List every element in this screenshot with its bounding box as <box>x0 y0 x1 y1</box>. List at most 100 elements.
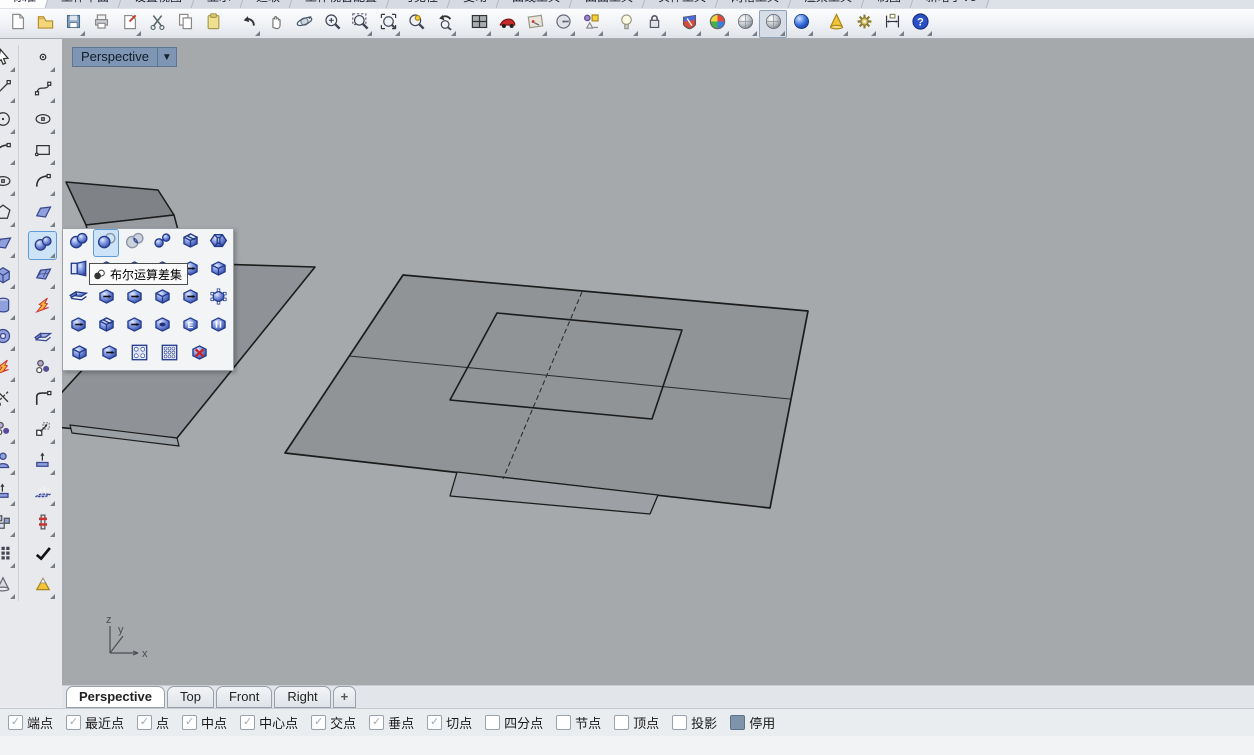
sidebar-tool-smash[interactable] <box>28 479 57 508</box>
sidebar-tool-control-point-curve[interactable] <box>28 76 57 105</box>
print-button[interactable] <box>87 10 115 38</box>
toolbar-tab-select[interactable]: 选取 <box>241 0 297 8</box>
osnap-point[interactable]: ✓点 <box>137 713 169 732</box>
sidebar-tool-arc-blend[interactable] <box>28 169 57 198</box>
copy-button[interactable] <box>171 10 199 38</box>
sidebar-tool-array-grid[interactable] <box>0 541 17 570</box>
osnap-int[interactable]: ✓交点 <box>311 713 356 732</box>
flyout-extrude-face[interactable] <box>93 285 119 313</box>
sidebar-tool-patch-surface[interactable] <box>0 231 17 260</box>
toolbar-tab-curve-tools[interactable]: 曲线工具 <box>497 0 577 8</box>
options-button[interactable] <box>850 10 878 38</box>
zoom-window-button[interactable] <box>346 10 374 38</box>
flyout-fold-face[interactable] <box>149 285 175 313</box>
hide-show-button[interactable] <box>612 10 640 38</box>
sidebar-tool-point-group[interactable] <box>28 355 57 384</box>
sidebar-tool-box[interactable] <box>0 262 17 291</box>
sidebar-tool-arc[interactable] <box>0 138 17 167</box>
flyout-create-solid[interactable] <box>177 229 203 257</box>
export-button[interactable] <box>115 10 143 38</box>
osnap-knot-checkbox[interactable] <box>556 715 571 730</box>
rotate-view-button[interactable] <box>290 10 318 38</box>
osnap-mid[interactable]: ✓中点 <box>182 713 227 732</box>
viewport-title-menu[interactable]: Perspective ▼ <box>72 47 177 67</box>
flyout-make-hole[interactable] <box>149 313 175 341</box>
osnap-perp[interactable]: ✓垂点 <box>369 713 414 732</box>
display-options-button[interactable] <box>549 10 577 38</box>
chevron-down-icon[interactable]: ▼ <box>157 48 176 66</box>
sidebar-tool-surface-from-points[interactable] <box>28 200 57 229</box>
geometry-plate-main[interactable] <box>285 275 808 508</box>
four-viewports-button[interactable] <box>465 10 493 38</box>
osnap-vertex[interactable]: 顶点 <box>614 713 659 732</box>
toolbar-tab-viewport-layout[interactable]: 工作视窗配置 <box>290 0 394 8</box>
flyout-boolean-split[interactable] <box>149 229 175 257</box>
sidebar-tool-explode[interactable] <box>28 293 57 322</box>
sidebar-tool-circle[interactable] <box>0 107 17 136</box>
flyout-boolean-intersection[interactable] <box>121 229 147 257</box>
toolbar-tab-transform[interactable]: 变动 <box>448 0 504 8</box>
add-viewport-tab-button[interactable]: + <box>333 686 357 708</box>
toolbar-tab-mesh-tools[interactable]: 网格工具 <box>716 0 796 8</box>
viewport-perspective[interactable]: Perspective ▼ z y x <box>62 39 1254 685</box>
zoom-selected-button[interactable] <box>402 10 430 38</box>
named-views-button[interactable] <box>493 10 521 38</box>
zoom-extents-button[interactable] <box>374 10 402 38</box>
osnap-quad[interactable]: 四分点 <box>485 713 543 732</box>
sidebar-tool-solid-sphere[interactable] <box>28 231 57 260</box>
ghosted-viewport-button[interactable] <box>759 10 787 38</box>
flyout-slant-face[interactable] <box>93 313 119 341</box>
shaded-viewport-button[interactable] <box>731 10 759 38</box>
sidebar-tool-person-view[interactable] <box>0 448 17 477</box>
sidebar-tool-select[interactable] <box>0 45 17 74</box>
sidebar-tool-torus[interactable] <box>0 324 17 353</box>
help-button[interactable]: ? <box>906 10 934 38</box>
toolbar-tab-standard[interactable]: 标准 <box>0 0 52 8</box>
osnap-quad-checkbox[interactable] <box>485 715 500 730</box>
sidebar-tool-mesh-surface[interactable] <box>28 262 57 291</box>
flyout-revolve-hole[interactable] <box>95 341 123 369</box>
toolbar-tab-visibility[interactable]: 可见性 <box>387 0 455 8</box>
sidebar-tool-check-objects[interactable] <box>28 541 57 570</box>
flyout-cage-edit[interactable] <box>205 285 231 313</box>
flyout-move-edge[interactable] <box>177 285 203 313</box>
viewport-tab-top[interactable]: Top <box>167 686 214 708</box>
sidebar-tool-fillet-curve[interactable] <box>28 386 57 415</box>
flyout-move-face-boundary[interactable] <box>65 313 91 341</box>
osnap-project[interactable]: 投影 <box>672 713 717 732</box>
toolbar-tab-surface-tools[interactable]: 曲面工具 <box>570 0 650 8</box>
flyout-cylinder-hole[interactable] <box>205 313 231 341</box>
set-cplane-button[interactable] <box>521 10 549 38</box>
lock-objects-button[interactable] <box>640 10 668 38</box>
sidebar-tool-extrude[interactable] <box>0 479 17 508</box>
osnap-center-checkbox[interactable]: ✓ <box>240 715 255 730</box>
osnap-perp-checkbox[interactable]: ✓ <box>369 715 384 730</box>
osnap-knot[interactable]: 节点 <box>556 713 601 732</box>
paste-button[interactable] <box>199 10 227 38</box>
object-filter-button[interactable] <box>577 10 605 38</box>
sidebar-tool-extrude-surface[interactable] <box>28 448 57 477</box>
render-button[interactable] <box>787 10 815 38</box>
undo-button[interactable] <box>234 10 262 38</box>
shaded-display-button[interactable] <box>675 10 703 38</box>
viewport-tab-front[interactable]: Front <box>216 686 272 708</box>
flyout-hole-pattern[interactable] <box>125 341 153 369</box>
sidebar-tool-explode[interactable] <box>0 355 17 384</box>
flyout-round-hole[interactable] <box>65 341 93 369</box>
sidebar-tool-trim[interactable] <box>0 386 17 415</box>
flyout-boolean-union[interactable] <box>65 229 91 257</box>
flyout-rotate-face[interactable] <box>121 313 147 341</box>
sidebar-tool-slab[interactable] <box>28 324 57 353</box>
cut-button[interactable] <box>143 10 171 38</box>
osnap-center[interactable]: ✓中心点 <box>240 713 298 732</box>
osnap-end-checkbox[interactable]: ✓ <box>8 715 23 730</box>
sidebar-tool-point[interactable] <box>28 45 57 74</box>
open-file-button[interactable] <box>31 10 59 38</box>
osnap-end[interactable]: ✓端点 <box>8 713 53 732</box>
osnap-vertex-checkbox[interactable] <box>614 715 629 730</box>
dimensions-button[interactable] <box>878 10 906 38</box>
flyout-cap-planar-holes[interactable] <box>205 229 231 257</box>
flyout-array-holes[interactable] <box>155 341 183 369</box>
sidebar-tool-blocks[interactable] <box>0 510 17 539</box>
flyout-extract-surface[interactable] <box>65 257 91 285</box>
